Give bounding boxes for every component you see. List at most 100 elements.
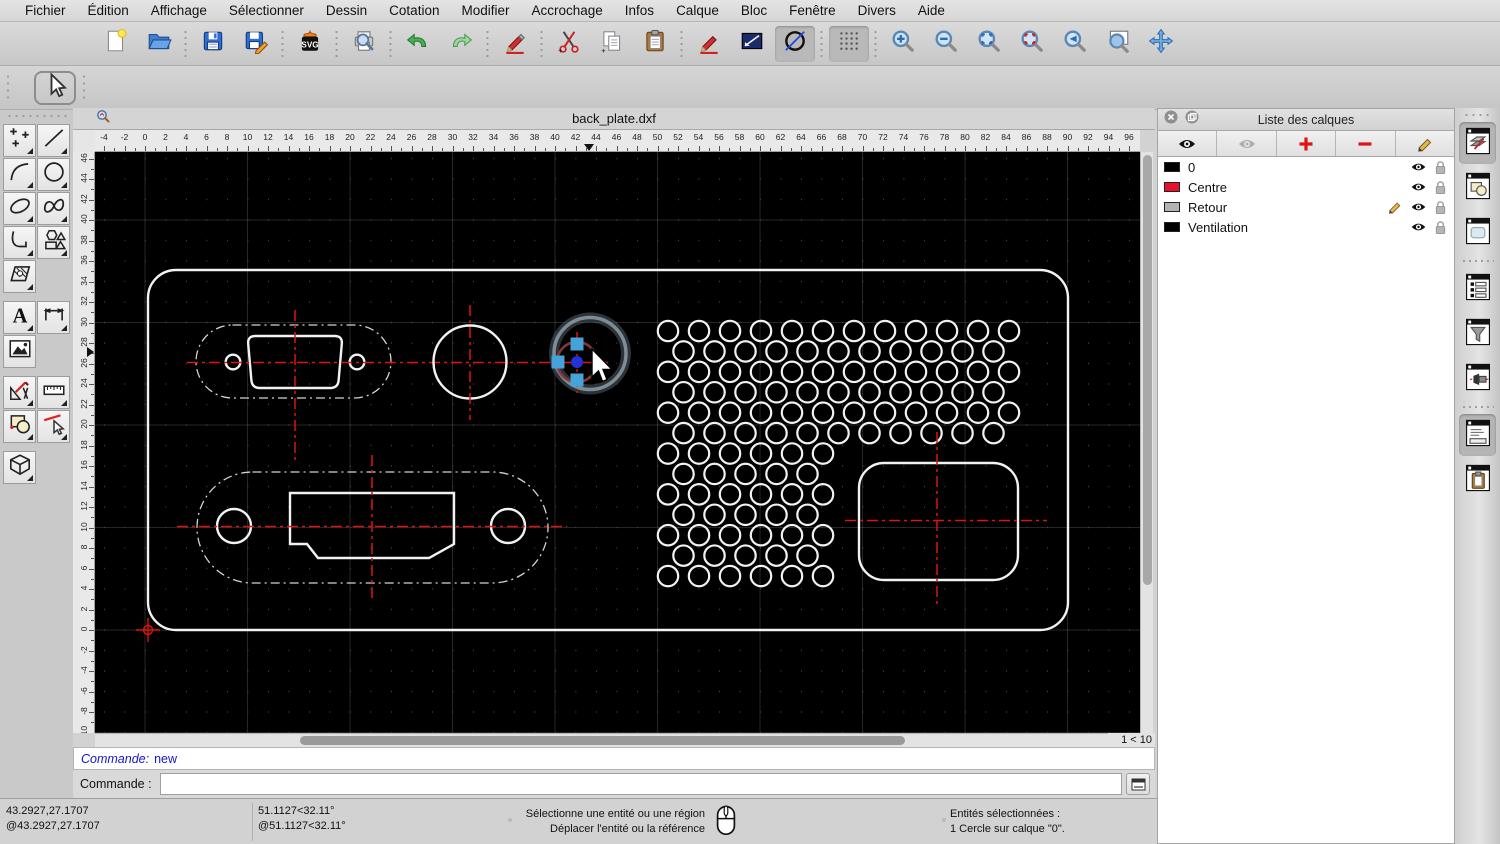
layer-row-centre[interactable]: Centre <box>1158 177 1454 197</box>
horizontal-scrollbar-thumb[interactable] <box>300 736 905 745</box>
rect-cutout[interactable] <box>857 461 1020 582</box>
tool-text-button[interactable]: A <box>3 301 36 334</box>
menu-bloc[interactable]: Bloc <box>730 3 778 18</box>
menu-cotation[interactable]: Cotation <box>378 3 450 18</box>
zoom-in-button[interactable] <box>883 26 923 62</box>
hide-all-layers-button[interactable] <box>1217 131 1277 156</box>
selection-handle-top[interactable] <box>570 337 584 351</box>
show-all-layers-button[interactable] <box>1158 131 1218 156</box>
layer-lock-icon[interactable] <box>1434 220 1447 235</box>
mouse-cursor[interactable] <box>591 347 614 383</box>
vertical-scrollbar-thumb[interactable] <box>1143 155 1152 585</box>
tool-modify-button[interactable] <box>37 410 70 443</box>
menu-modifier[interactable]: Modifier <box>450 3 520 18</box>
paste-button[interactable] <box>635 26 675 62</box>
tool-points-button[interactable] <box>3 124 36 157</box>
line-rect-button[interactable] <box>732 26 772 62</box>
svg-export-button[interactable]: SVG <box>290 26 330 62</box>
menu-dessin[interactable]: Dessin <box>315 3 378 18</box>
horizontal-scrollbar[interactable] <box>95 733 1108 747</box>
tool-circle-button[interactable] <box>37 158 70 191</box>
menu-fichier[interactable]: Fichier <box>14 3 77 18</box>
dock-filter-button[interactable] <box>1459 313 1496 355</box>
circle-diagonal-button[interactable] <box>774 25 815 62</box>
layer-lock-icon[interactable] <box>1434 160 1447 175</box>
tool-sketch-tools-button[interactable] <box>3 376 36 409</box>
zoom-out-button[interactable] <box>926 26 966 62</box>
dock-library-browser-button[interactable] <box>1459 212 1496 254</box>
zoom-auto-button[interactable] <box>969 26 1009 62</box>
tool-image-button[interactable] <box>3 335 36 368</box>
layer-lock-icon[interactable] <box>1434 180 1447 195</box>
snap-grid-button[interactable] <box>828 25 869 62</box>
vertical-scrollbar[interactable] <box>1140 152 1153 733</box>
selection-handle-left[interactable] <box>551 355 565 369</box>
save-button[interactable] <box>193 26 233 62</box>
zoom-previous-button[interactable] <box>1012 26 1052 62</box>
tool-ellipse-button[interactable] <box>3 192 36 225</box>
layer-visibility-eye-icon[interactable] <box>1410 201 1427 213</box>
action-toolbar <box>0 66 1500 110</box>
layer-row-0[interactable]: 0 <box>1158 157 1454 177</box>
toolbar-drag-handle[interactable] <box>4 72 12 103</box>
dock-command-line-button[interactable] <box>1459 414 1496 456</box>
zoom-back-button[interactable] <box>1055 26 1095 62</box>
redo-button[interactable] <box>441 26 481 62</box>
save-as-button[interactable] <box>236 26 276 62</box>
new-document-button[interactable] <box>96 26 136 62</box>
palette-drag-handle[interactable] <box>6 112 67 122</box>
tool-dimension-button[interactable] <box>37 301 70 334</box>
tool-cube-button[interactable] <box>3 451 36 484</box>
command-input[interactable] <box>159 773 1122 795</box>
open-folder-button[interactable] <box>139 26 179 62</box>
draw-pencil-button[interactable] <box>495 26 535 62</box>
dock-clipboard-dock-button[interactable] <box>1459 459 1496 501</box>
pen-edit-button[interactable] <box>689 26 729 62</box>
close-icon[interactable] <box>1164 110 1178 129</box>
tool-spline-button[interactable] <box>37 192 70 225</box>
zoom-window-button[interactable] <box>1098 26 1138 62</box>
menu-selectionner[interactable]: Sélectionner <box>218 3 315 18</box>
edit-layer-button[interactable] <box>1396 131 1454 156</box>
remove-layer-button[interactable] <box>1336 131 1396 156</box>
menu-edition[interactable]: Édition <box>77 3 140 18</box>
tool-measure-button[interactable] <box>37 376 70 409</box>
dock-layer-list-button[interactable] <box>1459 122 1496 164</box>
zoom-pan-button[interactable] <box>1141 26 1181 62</box>
layer-lock-icon[interactable] <box>1434 200 1447 215</box>
menu-calque[interactable]: Calque <box>665 3 730 18</box>
layer-visibility-eye-icon[interactable] <box>1410 161 1427 173</box>
dock-exploded-view-button[interactable] <box>1459 358 1496 400</box>
toolbar-drag-handle[interactable] <box>80 72 88 103</box>
tool-polyline-button[interactable] <box>3 226 36 259</box>
entity-list-icon <box>1464 271 1492 308</box>
print-preview-button[interactable] <box>344 26 384 62</box>
menu-accrochage[interactable]: Accrochage <box>520 3 613 18</box>
selection-center-point[interactable] <box>571 356 583 368</box>
menu-infos[interactable]: Infos <box>614 3 665 18</box>
layer-row-ventilation[interactable]: Ventilation <box>1158 217 1454 237</box>
select-tool-button[interactable] <box>34 70 76 105</box>
selection-handle-bottom[interactable] <box>570 373 584 387</box>
menu-aide[interactable]: Aide <box>907 3 956 18</box>
layer-visibility-eye-icon[interactable] <box>1410 181 1427 193</box>
add-layer-button[interactable] <box>1277 131 1337 156</box>
command-keyboard-button[interactable] <box>1126 773 1150 795</box>
menu-divers[interactable]: Divers <box>847 3 907 18</box>
tool-blocks-button[interactable] <box>3 410 36 443</box>
drawing-canvas[interactable] <box>95 152 1140 734</box>
cut-button[interactable]: + <box>549 26 589 62</box>
float-panel-icon[interactable] <box>1185 110 1199 129</box>
tool-shapes-button[interactable] <box>37 226 70 259</box>
tool-hatch-button[interactable] <box>3 260 36 293</box>
undo-button[interactable] <box>398 26 438 62</box>
copy-button[interactable]: + <box>592 26 632 62</box>
tool-line-button[interactable] <box>37 124 70 157</box>
layer-visibility-eye-icon[interactable] <box>1410 221 1427 233</box>
layer-row-retour[interactable]: Retour <box>1158 197 1454 217</box>
dock-entity-list-button[interactable] <box>1459 268 1496 310</box>
menu-affichage[interactable]: Affichage <box>140 3 218 18</box>
tool-arc-button[interactable] <box>3 158 36 191</box>
menu-fenetre[interactable]: Fenêtre <box>778 3 847 18</box>
dock-block-list-button[interactable] <box>1459 167 1496 209</box>
